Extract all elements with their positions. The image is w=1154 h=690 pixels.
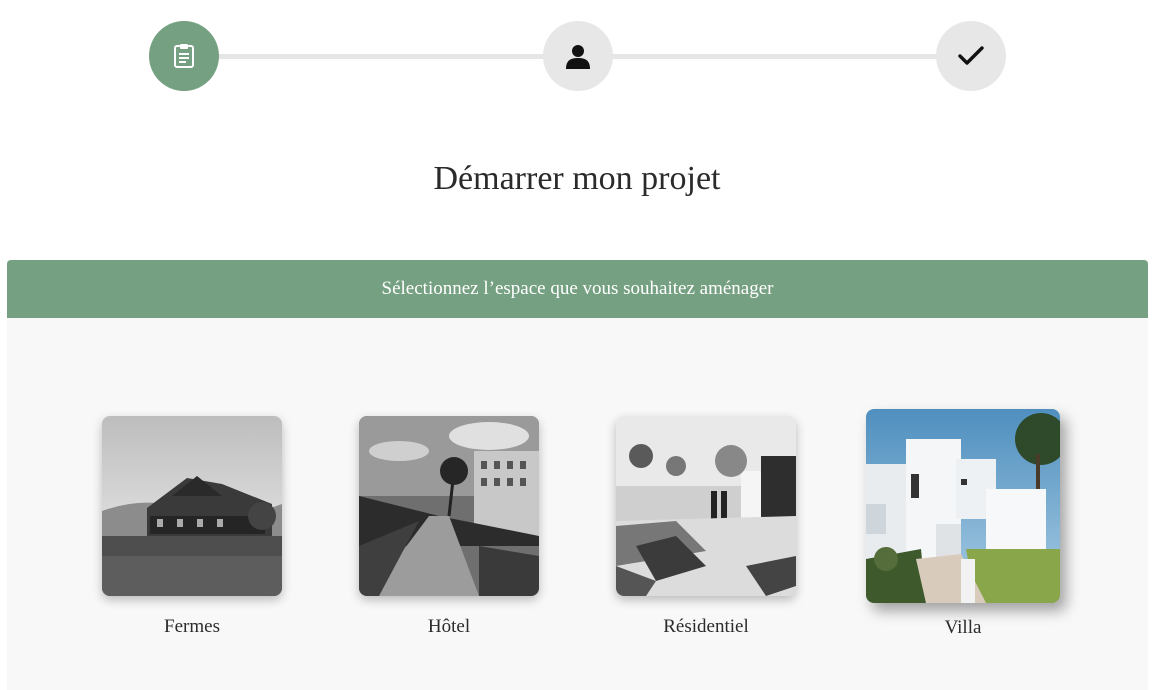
step-project[interactable]	[149, 21, 219, 91]
hotel-photo[interactable]	[359, 416, 539, 596]
progress-stepper	[0, 0, 1154, 110]
page-title: Démarrer mon projet	[433, 160, 721, 197]
option-card-residentiel[interactable]: Résidentiel	[616, 416, 796, 638]
user-icon	[565, 43, 591, 69]
option-label: Fermes	[164, 616, 220, 637]
option-label: Hôtel	[427, 616, 471, 637]
step-confirmation[interactable]	[936, 21, 1006, 91]
checkmark-icon	[958, 45, 984, 67]
option-card-villa[interactable]: Villa	[866, 409, 1060, 639]
option-label: Résidentiel	[663, 616, 749, 637]
clipboard-icon	[172, 43, 196, 69]
residential-photo[interactable]	[616, 416, 796, 596]
villa-photo[interactable]	[866, 409, 1060, 603]
stepper-track-1	[218, 54, 544, 59]
option-card-hotel[interactable]: Hôtel	[359, 416, 539, 638]
farmhouse-photo[interactable]	[102, 416, 282, 596]
option-card-fermes[interactable]: Fermes	[102, 416, 282, 638]
step-contact[interactable]	[543, 21, 613, 91]
panel-header: Sélectionnez l’espace que vous souhaitez…	[7, 260, 1148, 318]
stepper-track-2	[612, 54, 938, 59]
space-selection-panel: Sélectionnez l’espace que vous souhaitez…	[7, 260, 1148, 690]
option-label: Villa	[944, 617, 982, 638]
